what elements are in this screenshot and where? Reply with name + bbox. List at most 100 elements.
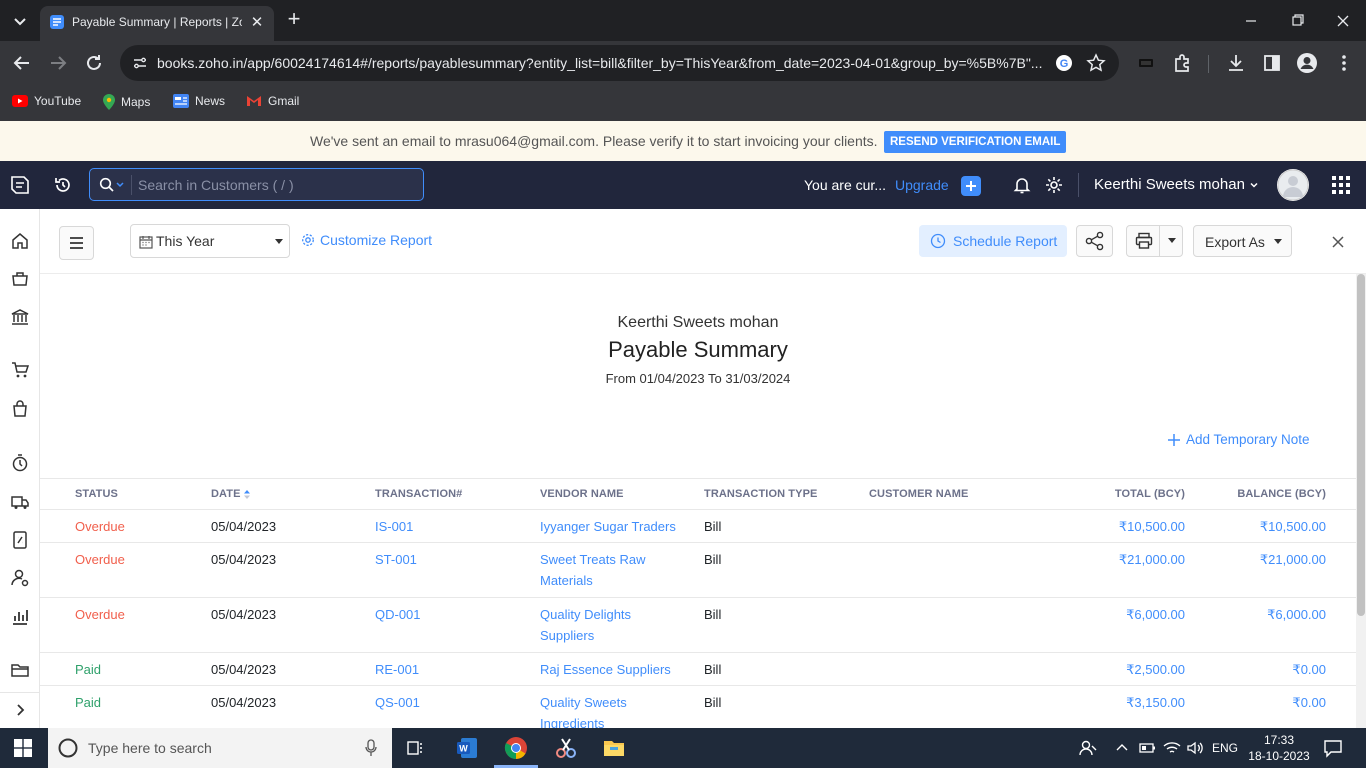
total-link[interactable]: ₹10,500.00 [1040,516,1185,537]
minimize-window-icon[interactable] [1238,8,1264,34]
add-temporary-note-link[interactable]: Add Temporary Note [1168,432,1310,447]
column-header-total[interactable]: TOTAL (BCY) [1040,488,1185,500]
back-arrow-icon[interactable] [10,51,34,75]
restore-window-icon[interactable] [1284,8,1310,34]
upgrade-link[interactable]: Upgrade [895,177,949,193]
transaction-link[interactable]: QD-001 [375,604,421,625]
snipping-tool-app-icon[interactable] [554,736,578,760]
settings-gear-icon[interactable] [1044,175,1064,195]
word-app-icon[interactable]: W [455,736,479,760]
scrollbar-thumb[interactable] [1357,274,1365,616]
extensions-puzzle-icon[interactable] [1171,51,1195,75]
vendor-link[interactable]: Iyyanger Sugar Traders [540,516,695,537]
show-hidden-icons-chevron-icon[interactable] [1114,740,1130,756]
tab-close-icon[interactable]: ✕ [248,14,266,32]
banking-icon[interactable] [10,307,30,327]
people-icon[interactable] [1078,738,1098,758]
vendor-link[interactable]: Quality Sweets Ingredients [540,692,695,728]
column-header-transaction-type[interactable]: TRANSACTION TYPE [704,488,817,500]
task-view-icon[interactable] [405,738,425,758]
notification-center-icon[interactable] [1323,738,1343,758]
column-header-status[interactable]: STATUS [75,488,118,500]
column-header-customer[interactable]: CUSTOMER NAME [869,488,969,500]
chrome-app-icon[interactable] [504,736,528,760]
vendor-link[interactable]: Raj Essence Suppliers [540,659,695,680]
time-tracking-icon[interactable] [10,453,30,473]
column-header-balance[interactable]: BALANCE (BCY) [1180,488,1326,500]
balance-link[interactable]: ₹0.00 [1180,659,1326,680]
browser-tab-active[interactable]: Payable Summary | Reports | Zoho Books ✕ [40,6,274,41]
close-report-icon[interactable] [1331,235,1345,249]
total-link[interactable]: ₹2,500.00 [1040,659,1185,680]
balance-link[interactable]: ₹10,500.00 [1180,516,1326,537]
windows-start-icon[interactable] [14,739,32,757]
trial-status-text[interactable]: You are cur... [804,177,886,193]
microphone-icon[interactable] [365,739,377,757]
reports-chart-icon[interactable] [10,607,30,627]
bookmark-gmail[interactable]: Gmail [246,94,299,108]
column-header-transaction[interactable]: TRANSACTION# [375,488,462,500]
download-icon[interactable] [1224,51,1248,75]
tab-search-button[interactable] [8,9,32,33]
eway-bills-truck-icon[interactable] [10,492,30,512]
bookmark-maps[interactable]: Maps [103,94,150,110]
total-link[interactable]: ₹6,000.00 [1040,604,1185,625]
gst-filing-icon[interactable] [10,530,30,550]
export-as-button[interactable]: Export As [1193,225,1292,257]
accountant-icon[interactable] [10,568,30,588]
column-header-date[interactable]: DATE [211,488,250,500]
notifications-bell-icon[interactable] [1012,175,1032,195]
bookmark-star-icon[interactable] [1086,53,1106,73]
google-lens-icon[interactable]: G [1055,54,1073,72]
close-window-icon[interactable] [1330,8,1356,34]
browser-menu-icon[interactable] [1332,51,1356,75]
transaction-link[interactable]: ST-001 [375,549,417,570]
share-button[interactable] [1076,225,1113,257]
quick-create-button[interactable] [961,176,981,196]
balance-link[interactable]: ₹0.00 [1180,692,1326,713]
customize-report-link[interactable]: Customize Report [301,232,432,248]
user-avatar[interactable] [1277,169,1309,201]
battery-icon[interactable] [1139,740,1157,756]
caret-down-icon[interactable] [1168,238,1176,244]
transaction-link[interactable]: IS-001 [375,516,413,537]
side-panel-icon[interactable] [1260,51,1284,75]
cast-icon[interactable] [1134,51,1158,75]
taskbar-search-input[interactable]: Type here to search [48,728,392,768]
documents-folder-icon[interactable] [10,660,30,680]
volume-icon[interactable] [1186,740,1204,756]
home-icon[interactable] [10,231,30,251]
transaction-link[interactable]: RE-001 [375,659,419,680]
site-info-icon[interactable] [132,55,148,71]
recent-history-icon[interactable] [53,175,73,195]
total-link[interactable]: ₹21,000.00 [1040,549,1185,570]
wifi-icon[interactable] [1163,740,1181,756]
items-box-icon[interactable] [10,269,30,289]
forward-arrow-icon[interactable] [46,51,70,75]
expand-sidebar-chevron-icon[interactable] [10,700,30,720]
address-bar[interactable]: books.zoho.in/app/60024174614#/reports/p… [120,45,1119,81]
search-icon[interactable] [99,177,115,193]
purchases-bag-icon[interactable] [10,399,30,419]
new-tab-button[interactable]: + [282,8,306,32]
bookmark-youtube[interactable]: YouTube [12,94,81,108]
column-header-vendor[interactable]: VENDOR NAME [540,488,624,500]
sales-cart-icon[interactable] [10,360,30,380]
period-filter-select[interactable]: This Year [130,224,290,258]
organization-switcher[interactable]: Keerthi Sweets mohan [1094,176,1259,193]
zoho-books-logo-icon[interactable] [8,173,32,197]
reload-icon[interactable] [82,51,106,75]
resend-verification-button[interactable]: RESEND VERIFICATION EMAIL [884,131,1067,153]
total-link[interactable]: ₹3,150.00 [1040,692,1185,713]
transaction-link[interactable]: QS-001 [375,692,420,713]
schedule-report-button[interactable]: Schedule Report [919,225,1067,257]
profile-icon[interactable] [1295,51,1319,75]
bookmark-news[interactable]: News [173,94,225,108]
print-button[interactable] [1126,225,1183,257]
global-search-input[interactable]: Search in Customers ( / ) [89,168,424,201]
app-launcher-grid-icon[interactable] [1331,175,1351,195]
file-explorer-app-icon[interactable] [602,736,626,760]
language-indicator[interactable]: ENG [1212,741,1238,755]
vendor-link[interactable]: Quality Delights Suppliers [540,604,695,646]
report-menu-button[interactable] [59,226,94,260]
